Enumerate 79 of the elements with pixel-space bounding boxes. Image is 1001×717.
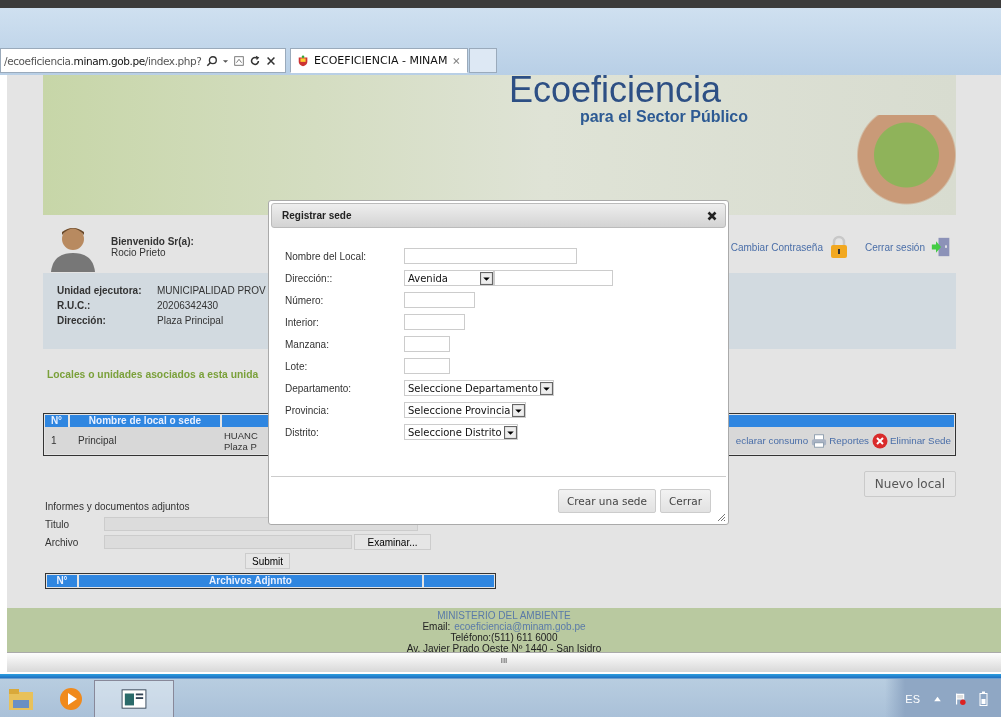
field-value: Plaza Principal	[157, 315, 224, 326]
text-input[interactable]	[404, 314, 465, 330]
window-icon	[120, 688, 148, 710]
close-icon[interactable]	[264, 54, 277, 67]
flag-icon[interactable]	[955, 691, 966, 707]
field-label: Titulo	[45, 518, 71, 530]
field-label: Interior:	[285, 316, 320, 328]
coat-of-arms-icon	[297, 53, 310, 68]
field-label: Archivo	[45, 536, 80, 548]
footer-text: Teléfono:(511) 611 6000	[450, 632, 558, 643]
browse-button[interactable]: Examinar...	[354, 534, 431, 550]
section-heading: Locales o unidades asociados a esta unida	[47, 369, 259, 382]
resize-grip[interactable]: III	[500, 656, 508, 665]
new-tab-button[interactable]	[469, 48, 497, 73]
exit-door-icon[interactable]	[931, 235, 951, 259]
create-button[interactable]: Crear una sede	[557, 488, 656, 513]
new-local-button[interactable]: Nuevo local	[863, 471, 956, 497]
section-heading: Informes y documentos adjuntos	[45, 501, 190, 512]
action-link[interactable]: eclarar consumo	[735, 435, 809, 446]
field-label: R.U.C.:	[57, 300, 92, 311]
dropdown[interactable]: Seleccione Provincia	[404, 402, 527, 418]
padlock-icon[interactable]	[828, 235, 849, 259]
table-cell-text: HUANC	[224, 429, 258, 441]
dropdown[interactable]: Avenida	[404, 270, 494, 286]
change-password-link[interactable]: Cambiar Contraseña	[730, 241, 823, 253]
text-input[interactable]	[404, 336, 450, 352]
table-cell-text: 1	[50, 435, 58, 446]
delete-icon[interactable]	[872, 432, 888, 449]
user-name: Rocio Prieto	[111, 247, 167, 258]
url-text[interactable]: /ecoeficiencia.minam.gob.pe/index.php?	[4, 54, 202, 67]
column-header: N°	[45, 415, 68, 427]
column-header: N°	[47, 575, 77, 587]
site-subtitle: para el Sector Público	[579, 108, 748, 126]
column-header	[424, 575, 494, 587]
field-value: MUNICIPALIDAD PROV	[157, 285, 266, 296]
browser-tab[interactable]: ECOEFICIENCIA - MINAM	[290, 48, 468, 73]
column-header: Nombre de local o sede	[70, 415, 220, 427]
text-input[interactable]	[404, 248, 577, 264]
resize-grip-icon[interactable]	[716, 512, 726, 522]
field-label: Lote:	[285, 360, 309, 372]
close-icon[interactable]	[707, 210, 717, 221]
site-title: Ecoeficiencia	[508, 75, 722, 105]
field-label: Nombre del Local:	[285, 250, 368, 262]
table-cell-text: Principal	[77, 435, 118, 446]
text-input[interactable]	[404, 292, 475, 308]
ministry-name: MINISTERIO DEL AMBIENTE	[437, 610, 571, 621]
tab-title: ECOEFICIENCIA - MINAM	[314, 54, 448, 67]
field-value: 20206342430	[157, 300, 219, 311]
field-label: Dirección:	[57, 315, 107, 326]
action-link[interactable]: Reportes	[829, 435, 869, 446]
welcome-label: Bienvenido Sr(a):	[111, 236, 194, 247]
column-header: Archivos Adjnnto	[79, 575, 422, 587]
search-icon[interactable]	[205, 54, 218, 67]
close-tab-icon[interactable]	[452, 55, 461, 66]
taskbar-app-button[interactable]	[94, 680, 174, 717]
field-label: Unidad ejecutora:	[57, 285, 143, 296]
field-label: Dirección::	[285, 272, 334, 284]
file-path-input[interactable]	[104, 535, 352, 549]
dialog-title: Registrar sede	[282, 210, 353, 221]
text-input[interactable]	[404, 358, 450, 374]
text-input[interactable]	[494, 270, 613, 286]
footer-text: Av. Javier Prado Oeste Nº 1440 - San Isidro	[406, 643, 602, 652]
battery-icon[interactable]	[978, 691, 989, 707]
action-link[interactable]: Eliminar Sede	[890, 435, 951, 446]
email-label: Email:	[422, 621, 451, 632]
submit-button[interactable]: Submit	[245, 553, 291, 569]
field-label: Distrito:	[285, 426, 320, 438]
printer-icon[interactable]	[811, 432, 828, 449]
logout-link[interactable]: Cerrar sesión	[864, 241, 925, 253]
dropdown[interactable]: Seleccione Distrito	[404, 424, 518, 440]
refresh-icon[interactable]	[248, 54, 261, 67]
field-label: Número:	[285, 294, 325, 306]
dropdown[interactable]: Seleccione Departamento	[404, 380, 554, 396]
table-cell-text: Plaza P	[224, 440, 257, 452]
close-button[interactable]: Cerrar	[660, 488, 711, 513]
address-bar[interactable]: /ecoeficiencia.minam.gob.pe/index.php?	[0, 48, 286, 73]
field-label: Manzana:	[285, 338, 330, 350]
field-label: Departamento:	[285, 382, 353, 394]
field-label: Provincia:	[285, 404, 330, 416]
